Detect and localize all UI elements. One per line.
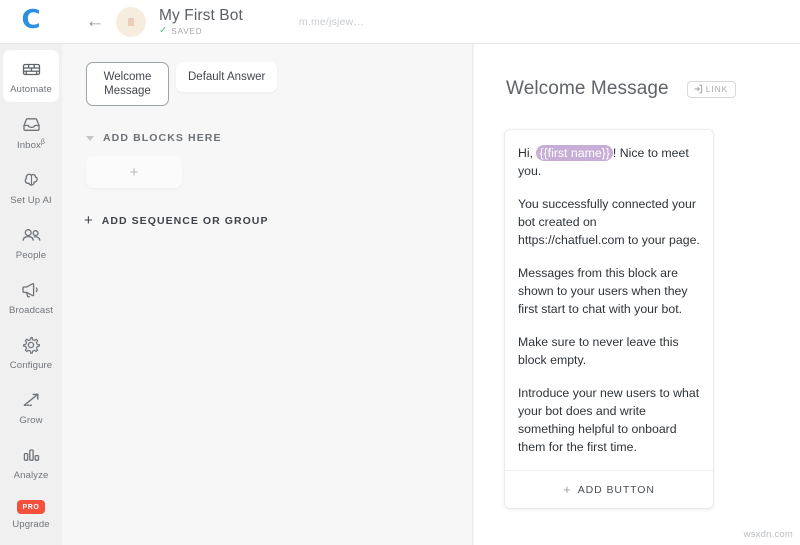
message-text-body[interactable]: Hi, {{first name}}! Nice to meet you. Yo… (505, 130, 713, 470)
saved-status: ✓ SAVED (159, 26, 243, 36)
first-name-token[interactable]: {{first name}} (536, 145, 613, 161)
pro-badge-icon: PRO (16, 500, 46, 514)
sidebar-label-inbox: Inboxβ (16, 139, 46, 152)
sidebar-item-inbox[interactable]: Inboxβ (3, 105, 59, 158)
sidebar-item-grow[interactable]: Grow (3, 381, 59, 433)
bot-url[interactable]: m.me/jsjew… (299, 16, 364, 28)
sidebar-item-configure[interactable]: Configure (3, 326, 59, 378)
sidebar-item-upgrade[interactable]: PRO Upgrade (3, 491, 59, 537)
add-button-label: ADD BUTTON (577, 483, 655, 496)
link-label: LINK (705, 84, 729, 94)
message-paragraph: Make sure to never leave this block empt… (518, 335, 679, 367)
sidebar-label-configure: Configure (9, 360, 53, 372)
sidebar-item-analyze[interactable]: Analyze (3, 436, 59, 488)
sidebar-item-broadcast[interactable]: Broadcast (3, 271, 59, 323)
megaphone-icon (21, 280, 41, 300)
link-badge-button[interactable]: LINK (686, 80, 737, 98)
chevron-down-icon[interactable] (86, 135, 94, 141)
inbox-icon (22, 114, 41, 134)
check-icon: ✓ (159, 25, 168, 36)
tab-default-answer[interactable]: Default Answer (176, 62, 278, 92)
sidebar-item-people[interactable]: People (3, 216, 59, 268)
plus-icon: + (84, 212, 93, 229)
sidebar-label-broadcast: Broadcast (8, 305, 54, 317)
greeting-before: Hi, (518, 146, 537, 160)
message-card[interactable]: Hi, {{first name}}! Nice to meet you. Yo… (504, 129, 714, 509)
sidebar-item-automate[interactable]: Automate (3, 50, 59, 102)
add-sequence-or-group-button[interactable]: + ADD SEQUENCE OR GROUP (84, 213, 472, 228)
add-blocks-label: ADD BLOCKS HERE (103, 132, 222, 144)
watermark: wsxdn.com (743, 529, 793, 540)
growth-arrow-icon (22, 390, 41, 410)
bot-meta: My First Bot ✓ SAVED (159, 7, 243, 36)
bar-chart-icon (22, 445, 41, 465)
sidebar-label-analyze: Analyze (13, 470, 49, 482)
ai-brain-icon (22, 170, 41, 190)
blocks-canvas: Welcome Message Default Answer ADD BLOCK… (62, 44, 473, 545)
bot-name[interactable]: My First Bot (159, 7, 243, 24)
gear-icon (22, 335, 40, 355)
chatfuel-logo-icon[interactable]: C (0, 7, 62, 36)
page-title: Welcome Message (506, 78, 669, 99)
add-block-button[interactable]: + (86, 156, 182, 188)
message-paragraph-greeting: Hi, {{first name}}! Nice to meet you. (518, 144, 701, 180)
people-icon (21, 225, 42, 245)
top-bar: C ← My First Bot ✓ SAVED m.me/jsjew… (0, 0, 800, 44)
sidebar-label-upgrade: Upgrade (12, 518, 50, 530)
bot-avatar[interactable] (116, 6, 146, 37)
sidebar-label-grow: Grow (19, 415, 43, 427)
plus-icon: + (563, 482, 571, 497)
sidebar-label-automate: Automate (10, 84, 52, 95)
block-tabs: Welcome Message Default Answer (62, 44, 472, 106)
message-paragraph: Introduce your new users to what your bo… (518, 386, 700, 454)
arrow-into-bracket-icon (694, 84, 702, 94)
message-paragraph: You successfully connected your bot crea… (518, 197, 700, 247)
add-sequence-label: ADD SEQUENCE OR GROUP (101, 214, 269, 227)
saved-label: SAVED (171, 26, 203, 36)
block-editor-panel: Welcome Message LINK Hi, {{first name}}!… (474, 44, 800, 545)
message-paragraph: Messages from this block are shown to yo… (518, 266, 688, 316)
chatfuel-app: C ← My First Bot ✓ SAVED m.me/jsjew… Aut… (0, 0, 800, 545)
back-arrow-icon[interactable]: ← (80, 12, 110, 31)
sidebar-label-set-up-ai: Set Up AI (10, 195, 52, 207)
sidebar: Automate Inboxβ Set Up AI People Broadca… (0, 44, 62, 545)
automate-icon (22, 59, 41, 79)
sidebar-item-set-up-ai[interactable]: Set Up AI (3, 161, 59, 213)
add-blocks-section-header[interactable]: ADD BLOCKS HERE (86, 132, 472, 144)
add-button-row[interactable]: + ADD BUTTON (505, 470, 713, 508)
panel-header: Welcome Message LINK (474, 44, 800, 100)
tab-welcome-message[interactable]: Welcome Message (86, 62, 169, 106)
sidebar-label-people: People (15, 250, 47, 262)
